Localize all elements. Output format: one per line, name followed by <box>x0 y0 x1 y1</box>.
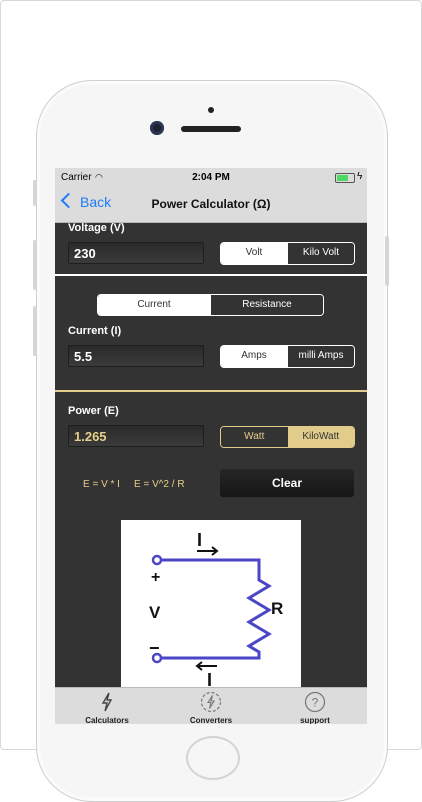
voltage-input[interactable]: 230 <box>68 242 204 264</box>
unit-volt-option[interactable]: Volt <box>221 243 287 264</box>
mute-switch <box>33 180 37 206</box>
charging-icon: ϟ <box>357 171 363 182</box>
unit-kilowatt-option[interactable]: KiloWatt <box>287 427 354 447</box>
lightning-circle-icon <box>200 691 222 713</box>
tab-converters-label: Converters <box>189 716 233 724</box>
status-bar: Carrier ◠ 2:04 PM ϟ <box>55 168 367 188</box>
status-time: 2:04 PM <box>192 172 230 183</box>
power-output: 1.265 <box>68 425 204 447</box>
unit-kilovolt-option[interactable]: Kilo Volt <box>287 243 354 264</box>
unit-watt-option[interactable]: Watt <box>221 427 288 447</box>
clear-button[interactable]: Clear <box>220 469 354 497</box>
voltage-label: Voltage (V) <box>68 222 125 234</box>
tab-support[interactable]: ? support <box>263 688 367 724</box>
section-divider-gold <box>55 390 367 392</box>
voltage-unit-selector: Volt Kilo Volt <box>220 242 355 265</box>
circuit-svg: I + V R − I <box>149 530 283 690</box>
power-button <box>385 236 389 286</box>
power-label: Power (E) <box>68 405 119 417</box>
circuit-wires <box>161 558 272 660</box>
current-label: Current (I) <box>68 325 122 337</box>
mode-current-option[interactable]: Current <box>98 295 210 315</box>
tab-calculators[interactable]: Calculators <box>55 688 159 724</box>
unit-amps-option[interactable]: Amps <box>221 346 287 367</box>
home-button <box>186 736 240 780</box>
resistor-symbol: R <box>271 599 283 618</box>
tab-calculators-label: Calculators <box>85 716 129 724</box>
navigation-bar: Back Power Calculator (Ω) <box>55 188 367 223</box>
volume-up-button <box>33 240 37 290</box>
svg-text:?: ? <box>312 696 319 710</box>
page-title: Power Calculator (Ω) <box>151 197 271 211</box>
tab-converters[interactable]: Converters <box>159 688 263 724</box>
front-camera <box>150 121 164 135</box>
formula-power-current: E = V * I <box>83 479 120 490</box>
current-unit-selector: Amps milli Amps <box>220 345 355 368</box>
plus-sign: + <box>151 569 160 586</box>
volume-down-button <box>33 306 37 356</box>
tab-bar: Calculators Converters ? support <box>55 687 367 724</box>
positive-terminal <box>151 554 163 566</box>
earpiece-speaker <box>181 126 241 132</box>
minus-sign: − <box>149 638 160 658</box>
voltage-symbol: V <box>149 603 161 622</box>
battery-icon <box>335 173 355 183</box>
arrow-left-icon <box>195 661 217 671</box>
proximity-sensor <box>208 107 214 113</box>
resistor-loop <box>161 558 272 660</box>
unit-milliamps-option[interactable]: milli Amps <box>287 346 354 367</box>
question-circle-icon: ? <box>304 691 326 713</box>
section-divider <box>55 274 367 276</box>
app-screen: Carrier ◠ 2:04 PM ϟ Back Power Calculato… <box>55 168 367 724</box>
tab-support-label: support <box>300 716 330 724</box>
current-top-label: I <box>197 530 202 550</box>
mode-resistance-option[interactable]: Resistance <box>210 295 323 315</box>
current-input[interactable]: 5.5 <box>68 345 204 367</box>
mode-selector: Current Resistance <box>97 294 324 316</box>
lightning-icon <box>101 692 113 712</box>
formula-power-resistance: E = V^2 / R <box>134 479 185 490</box>
power-unit-selector: Watt KiloWatt <box>220 426 355 448</box>
circuit-diagram: I + V R − I <box>121 520 301 690</box>
